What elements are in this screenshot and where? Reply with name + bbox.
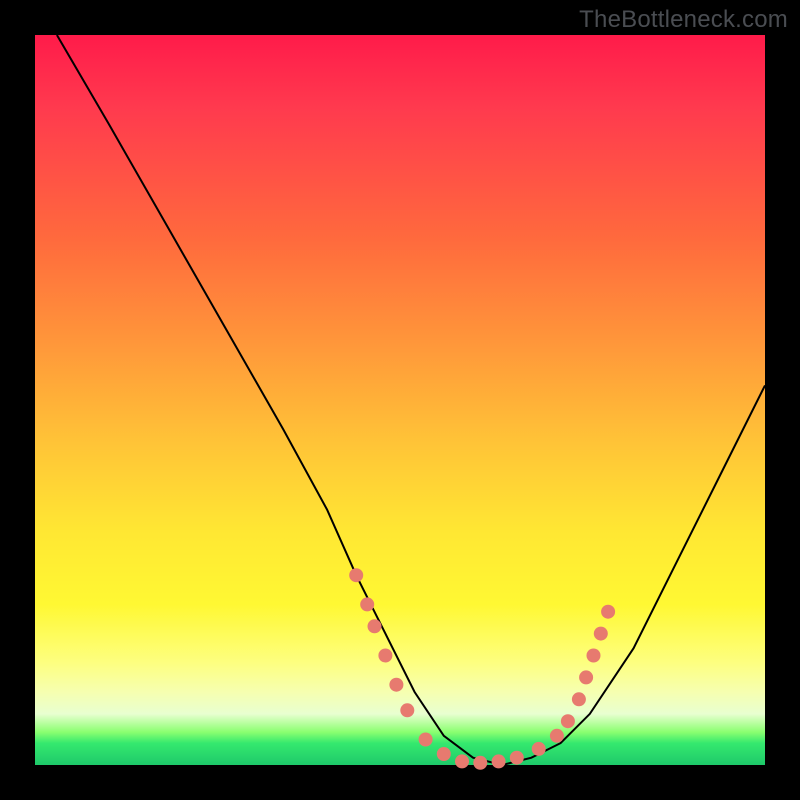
data-dot <box>550 729 564 743</box>
bottleneck-curve <box>57 35 765 765</box>
data-dot <box>368 619 382 633</box>
data-dot <box>473 756 487 770</box>
watermark-text: TheBottleneck.com <box>579 6 788 34</box>
data-dot <box>437 747 451 761</box>
data-dots <box>349 568 615 770</box>
chart-frame: TheBottleneck.com <box>0 0 800 800</box>
data-dot <box>572 692 586 706</box>
data-dot <box>455 754 469 768</box>
data-dot <box>587 649 601 663</box>
data-dot <box>532 742 546 756</box>
data-dot <box>510 751 524 765</box>
data-dot <box>400 703 414 717</box>
data-dot <box>389 678 403 692</box>
data-dot <box>349 568 363 582</box>
data-dot <box>601 605 615 619</box>
data-dot <box>360 597 374 611</box>
chart-svg <box>35 35 765 765</box>
data-dot <box>579 670 593 684</box>
data-dot <box>419 733 433 747</box>
data-dot <box>378 649 392 663</box>
data-dot <box>492 754 506 768</box>
data-dot <box>594 627 608 641</box>
data-dot <box>561 714 575 728</box>
